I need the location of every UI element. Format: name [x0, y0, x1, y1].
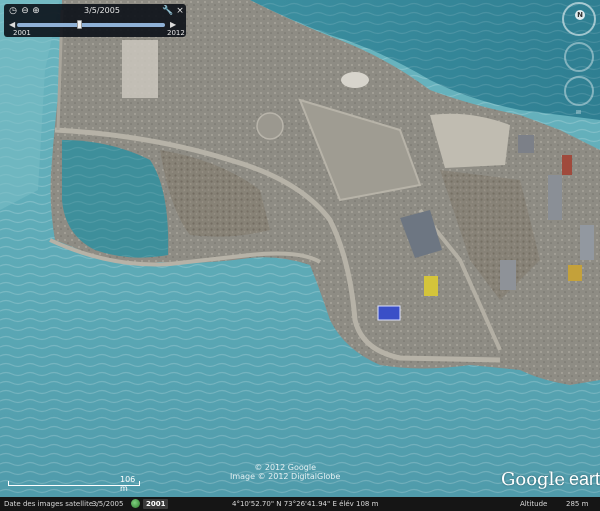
blue-roof-building — [377, 305, 401, 321]
slider-track[interactable] — [17, 20, 165, 29]
wrench-icon[interactable]: 🔧 — [162, 7, 173, 16]
google-earth-logo: Googleearth — [501, 469, 600, 490]
scale-tick-right — [139, 481, 140, 486]
shed-6 — [500, 260, 516, 290]
satellite-imagery — [0, 0, 600, 511]
cursor-coordinates: 4°10'52.70" N 73°26'41.94" E élév 108 m — [232, 500, 379, 508]
satellite-map-view[interactable]: ◷ ⊖ ⊕ 3/5/2005 🔧 × ◀ ▶ 2001 2012 N © 201… — [0, 0, 600, 511]
move-joystick[interactable] — [564, 76, 594, 106]
shed-4 — [568, 265, 582, 281]
white-mound — [341, 72, 369, 88]
slider-end-year: 2012 — [167, 29, 185, 37]
copyright-notice: © 2012 Google Image © 2012 DigitalGlobe — [230, 463, 340, 481]
streaming-icon — [131, 499, 140, 508]
scale-tick-left — [8, 481, 9, 486]
scale-legend: 106 m — [8, 475, 140, 493]
zoom-out-icon[interactable]: ⊖ — [20, 7, 30, 16]
shed-2 — [548, 175, 562, 220]
compass-north-icon[interactable]: N — [575, 10, 585, 20]
copyright-google: © 2012 Google — [254, 463, 316, 472]
navigation-controls: N — [561, 0, 599, 120]
scale-label: 106 m — [120, 475, 136, 493]
step-back-icon[interactable]: ◀ — [9, 20, 15, 29]
clock-icon[interactable]: ◷ — [8, 7, 18, 16]
shed-3 — [562, 155, 572, 175]
slider-thumb[interactable] — [77, 20, 82, 29]
imagery-date-value: 3/5/2005 — [92, 500, 124, 508]
zoom-in-icon[interactable]: ⊕ — [31, 7, 41, 16]
zoom-slider[interactable] — [576, 110, 581, 114]
logo-earth-text: earth — [568, 469, 600, 489]
slider-start-year: 2001 — [13, 29, 31, 37]
sand-stockpile — [122, 40, 158, 98]
scale-bar — [8, 485, 140, 486]
look-joystick[interactable] — [564, 42, 594, 72]
altitude-value: 285 m — [566, 500, 589, 508]
imagery-year-badge[interactable]: 2001 — [143, 499, 169, 509]
shed-1 — [518, 135, 534, 153]
altitude-label: Altitude — [520, 500, 548, 508]
copyright-imagery: Image © 2012 DigitalGlobe — [230, 472, 341, 481]
imagery-date-label: Date des images satellite : — [4, 500, 98, 508]
compass-ring[interactable]: N — [562, 2, 596, 36]
shed-5 — [580, 225, 594, 260]
close-icon[interactable]: × — [175, 7, 185, 16]
circular-feature — [256, 112, 284, 140]
step-forward-icon[interactable]: ▶ — [170, 20, 176, 29]
yellow-building — [424, 276, 438, 296]
status-bar: Date des images satellite : 3/5/2005 200… — [0, 497, 600, 511]
historical-imagery-slider: ◷ ⊖ ⊕ 3/5/2005 🔧 × ◀ ▶ 2001 2012 — [4, 4, 186, 37]
logo-google-text: Google — [501, 469, 565, 490]
slider-current-date: 3/5/2005 — [84, 6, 120, 15]
